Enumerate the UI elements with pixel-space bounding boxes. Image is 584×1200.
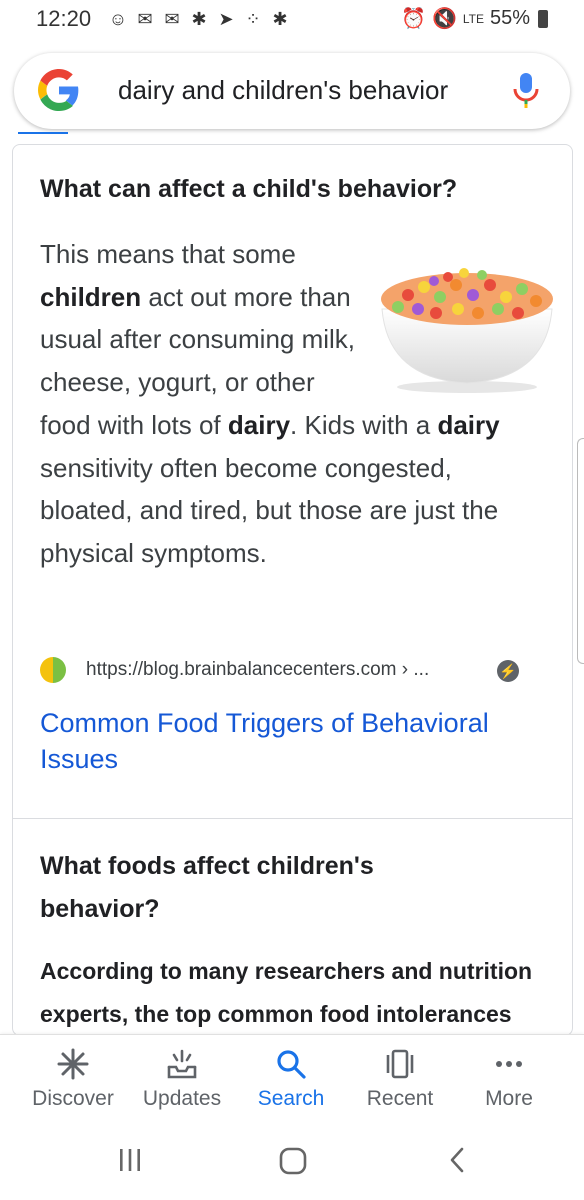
snippet-text: sensitivity often become congested, bloa… — [40, 452, 499, 568]
nav-label: More — [485, 1087, 533, 1110]
cereal-bowl-image — [381, 268, 553, 393]
battery-percent: 55% — [489, 7, 530, 29]
edge-panel-handle[interactable] — [577, 438, 584, 664]
account-icon: ☺ — [108, 9, 128, 29]
signal-icon: LTE — [462, 11, 484, 26]
snippet-text: . Kids with a — [290, 409, 438, 440]
source-url[interactable]: https://blog.brainbalancecenters.com › .… — [86, 659, 429, 681]
asterisk-icon — [18, 1047, 128, 1081]
nav-more[interactable]: More — [454, 1047, 564, 1111]
question-heading[interactable]: What foods affect children's behavior? — [40, 845, 440, 931]
answer-snippet: This means that some children act out mo… — [40, 233, 553, 575]
notification-icons: ☺ ✉ ✉ ✱ ➤ ⁘ ✱ — [108, 9, 290, 29]
app-icon: ➤ — [218, 9, 234, 29]
app-icon: ✱ — [191, 9, 207, 29]
home-icon[interactable] — [278, 1146, 308, 1176]
nav-discover[interactable]: Discover — [18, 1047, 128, 1111]
search-icon — [236, 1047, 346, 1081]
status-bar: 12:20 ☺ ✉ ✉ ✱ ➤ ⁘ ✱ ⏰ 🔇 LTE 55% — [0, 0, 584, 40]
nav-label: Recent — [366, 1087, 434, 1110]
question-heading[interactable]: What can affect a child's behavior? — [40, 175, 457, 204]
result-title-link[interactable]: Common Food Triggers of Behavioral Issue… — [40, 705, 550, 777]
amp-lightning-icon: ⚡ — [497, 660, 519, 682]
answer-snippet: According to many researchers and nutrit… — [40, 958, 533, 1027]
snippet-highlight: children — [40, 281, 142, 312]
app-icon: ⁘ — [245, 9, 261, 29]
system-nav-bar — [0, 1122, 584, 1200]
recent-apps-icon[interactable] — [116, 1146, 144, 1174]
snippet-highlight: dairy — [437, 409, 500, 440]
people-also-ask-card: What can affect a child's behavior? This… — [12, 144, 573, 1036]
nav-recent[interactable]: Recent — [345, 1047, 455, 1111]
search-bar[interactable]: dairy and children's behavior — [14, 53, 570, 129]
google-g-icon[interactable] — [38, 69, 80, 111]
status-time: 12:20 — [36, 6, 92, 31]
nav-updates[interactable]: Updates — [127, 1047, 237, 1111]
mute-icon: 🔇 — [431, 8, 457, 30]
back-icon[interactable] — [444, 1146, 472, 1174]
nav-search[interactable]: Search — [236, 1047, 346, 1111]
snippet-text: This means that some — [40, 239, 296, 269]
mail-icon: ✉ — [164, 9, 180, 29]
nav-label: Updates — [142, 1087, 222, 1110]
more-dots-icon — [454, 1047, 564, 1081]
bottom-nav: Discover Updates Search Recent More — [0, 1034, 584, 1123]
mic-icon[interactable] — [512, 71, 540, 111]
app-icon: ✱ — [272, 9, 288, 29]
divider — [13, 818, 572, 819]
recent-icon — [345, 1047, 455, 1081]
site-favicon-icon — [40, 657, 66, 683]
tab-indicator — [18, 132, 68, 134]
alarm-icon: ⏰ — [401, 8, 426, 30]
battery-icon — [538, 9, 548, 28]
inbox-icon — [127, 1047, 237, 1081]
snippet-highlight: dairy — [227, 409, 291, 440]
system-status-icons: ⏰ 🔇 LTE 55% — [401, 6, 548, 31]
nav-label: Search — [257, 1087, 325, 1110]
mail-icon: ✉ — [137, 9, 153, 29]
search-input[interactable]: dairy and children's behavior — [118, 75, 448, 106]
source-citation[interactable]: https://blog.brainbalancecenters.com › .… — [40, 657, 429, 683]
nav-label: Discover — [32, 1087, 114, 1110]
